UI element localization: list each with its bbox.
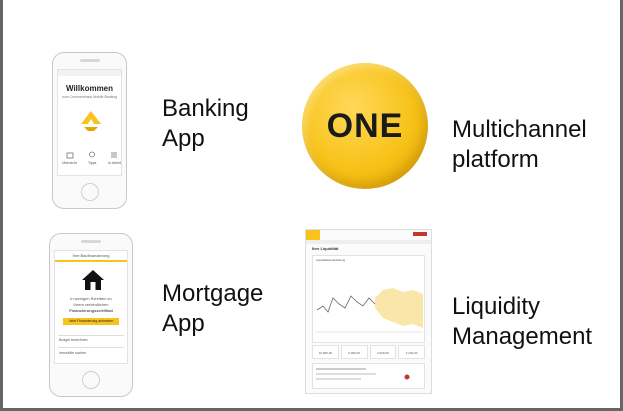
one-coin-logo: ONE (302, 63, 428, 189)
multichannel-label-line2: platform (452, 146, 539, 173)
status-bar (58, 70, 121, 76)
dashboard-logo-corner (306, 230, 320, 240)
dashboard-kpi-row: 10.000,00 5.000,00 2.000,00 3.200,00 (312, 345, 425, 359)
dashboard-info-panel (312, 363, 425, 389)
dashboard-heading: Ihre Liquidität (312, 246, 339, 251)
commerzbank-logo-icon (81, 111, 101, 131)
phone-speaker (81, 240, 101, 243)
mortgage-app-label: Mortgage App (162, 279, 263, 339)
text-line (316, 378, 361, 380)
mortgage-app-header: Ihre Baufinanzierung (72, 253, 110, 258)
overview-tab-icon[interactable] (66, 151, 74, 159)
home-button (80, 183, 99, 201)
mortgage-text-line1: In wenigen Schritten zu (70, 296, 112, 301)
mortgage-app-phone: Ihre Baufinanzierung In wenigen Schritte… (49, 233, 133, 397)
dashboard-nav-bar (306, 240, 431, 244)
liquidity-label-line2: Management (452, 323, 593, 350)
tips-tab-icon[interactable] (88, 151, 96, 159)
mortgage-text-line2: Ihrem verbindlichen (73, 302, 109, 307)
one-coin-text: ONE (326, 107, 404, 145)
text-line (316, 373, 376, 375)
banking-label-line2: App (162, 125, 205, 152)
mortgage-app-screen: Ihre Baufinanzierung In wenigen Schritte… (54, 250, 128, 364)
dashboard-chart-title: Liquiditätsentwicklung (316, 258, 346, 262)
dashboard-logout-badge (413, 232, 427, 236)
mortgage-row-budget[interactable]: Budget berechnen (59, 338, 88, 342)
multichannel-label: Multichannel platform (452, 115, 587, 175)
tab-overview[interactable]: Übersicht (62, 161, 77, 165)
text-line (316, 368, 366, 370)
phone-speaker (79, 59, 100, 62)
banking-app-subtitle: zum Commerzbank Mobile Banking (61, 95, 118, 99)
mortgage-request-button[interactable]: Jetzt Finanzierung anfordern (63, 318, 119, 325)
mortgage-label-line1: Mortgage (162, 280, 264, 307)
mortgage-row-property[interactable]: Immobilie suchen (59, 351, 86, 355)
kpi-box: 10.000,00 (312, 345, 339, 359)
phone-icon (404, 374, 410, 380)
in-progress-tab-icon[interactable] (110, 151, 118, 159)
header-accent-bar (55, 260, 127, 262)
liquidity-dashboard-screenshot: Ihre Liquidität Liquiditätsentwicklung 1… (305, 229, 432, 394)
banking-app-title: Willkommen (65, 84, 114, 93)
kpi-box: 5.000,00 (340, 345, 368, 359)
tab-tips[interactable]: Tipps (88, 161, 96, 165)
banking-app-phone: Willkommen zum Commerzbank Mobile Bankin… (52, 52, 127, 209)
kpi-box: 3.200,00 (398, 345, 425, 359)
dashboard-chart-panel: Liquiditätsentwicklung (312, 255, 425, 343)
tab-in-progress[interactable]: In Arbeit (108, 161, 121, 165)
row-divider (58, 335, 124, 336)
mortgage-label-line2: App (162, 310, 205, 337)
house-icon (82, 270, 104, 290)
banking-label-line1: Banking (162, 95, 249, 122)
multichannel-label-line1: Multichannel (452, 116, 587, 143)
home-button (82, 371, 100, 389)
liquidity-line-chart (315, 288, 423, 333)
banking-app-label: Banking App (162, 94, 249, 154)
banking-app-screen: Willkommen zum Commerzbank Mobile Bankin… (57, 69, 122, 176)
kpi-box: 2.000,00 (369, 345, 397, 359)
liquidity-label-line1: Liquidity (452, 293, 541, 320)
liquidity-management-label: Liquidity Management (452, 292, 592, 352)
mortgage-text-line3: Finanzierungszertifikat (69, 308, 113, 313)
row-divider (58, 347, 124, 348)
